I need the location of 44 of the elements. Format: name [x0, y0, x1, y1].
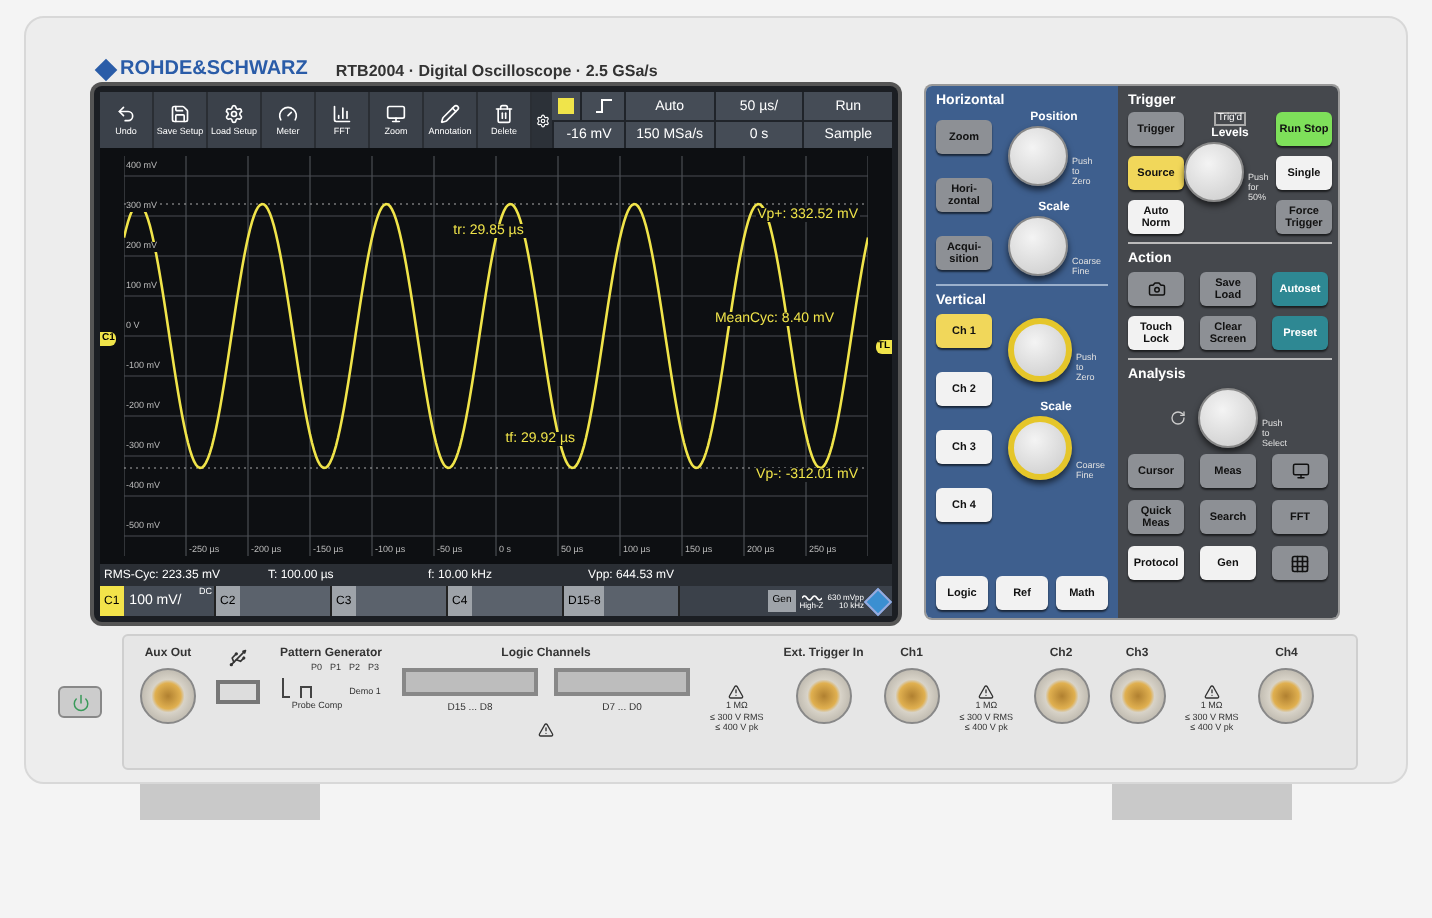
logic-port [402, 668, 539, 696]
monitor-icon [386, 103, 406, 124]
warning-icon [1203, 684, 1220, 700]
gear-icon [224, 103, 244, 124]
rotate-icon [1170, 410, 1186, 426]
monitor-icon [1291, 462, 1309, 480]
warning-icon [538, 722, 555, 738]
camera-icon [1147, 280, 1165, 298]
settings-icon [535, 113, 549, 127]
rotary-knob[interactable] [1008, 416, 1072, 480]
bnc-connector [140, 668, 196, 724]
channel-indicator-icon [558, 98, 574, 114]
warning-icon [978, 684, 995, 700]
grid-icon [1290, 553, 1310, 573]
bnc-connector [1109, 668, 1165, 724]
model-title: RTB2004 · Digital Oscilloscope · 2.5 GSa/s [335, 64, 658, 80]
rotary-knob[interactable] [1184, 142, 1244, 202]
bnc-connector [1258, 668, 1315, 724]
rotary-knob[interactable] [1008, 216, 1068, 276]
bnc-connector [1033, 668, 1089, 724]
rotary-knob[interactable] [1008, 126, 1068, 186]
warning-icon [728, 684, 745, 700]
undo-icon [116, 103, 136, 124]
logic-port [554, 668, 691, 696]
sine-wave-icon [801, 593, 822, 601]
gauge-icon [278, 103, 298, 124]
rotary-knob[interactable] [1008, 318, 1072, 382]
icon-button[interactable] [1128, 272, 1184, 306]
bnc-connector [795, 668, 852, 724]
save-icon [170, 103, 190, 124]
rotary-knob[interactable] [1198, 388, 1258, 448]
icon-button[interactable] [1272, 546, 1328, 580]
trash-icon [494, 103, 514, 124]
icon-button[interactable] [1272, 454, 1328, 488]
bnc-connector [883, 668, 940, 724]
pencil-icon [440, 103, 460, 124]
bar-chart-icon [332, 103, 352, 124]
ground-pin-icon [281, 677, 290, 697]
power-icon [71, 693, 89, 711]
rising-edge-icon [595, 98, 611, 114]
usb-icon [228, 648, 248, 668]
usb-port [216, 680, 260, 704]
square-pin-icon [299, 685, 312, 697]
brand-logo: ROHDE&SCHWARZ [120, 60, 308, 80]
